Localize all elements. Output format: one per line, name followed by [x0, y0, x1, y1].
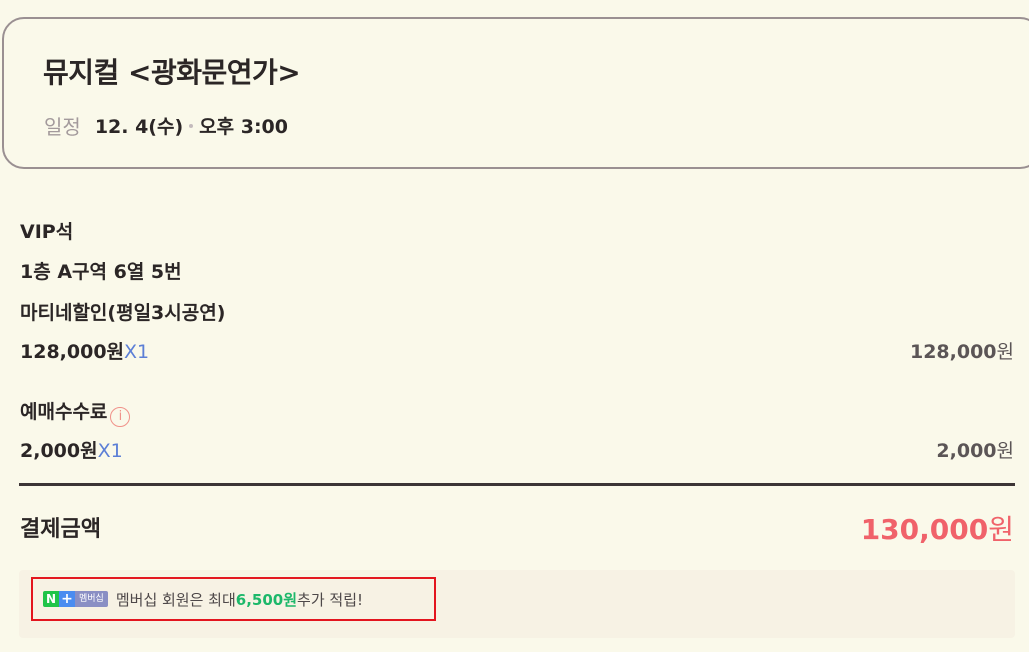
- total-amount: 130,000원: [861, 508, 1014, 548]
- seat-grade: VIP석: [20, 221, 74, 243]
- fee-subtotal: 2,000원: [936, 436, 1014, 463]
- schedule-row: 일정 12. 4(수) 오후 3:00: [44, 111, 288, 140]
- membership-text-after: 추가 적립!: [297, 590, 364, 609]
- membership-tag: 멤버십: [75, 591, 108, 607]
- fee-price-line: 2,000원X1: [20, 436, 123, 463]
- membership-banner[interactable]: N + 멤버십 멤버십 회원은 최대 6,500원 추가 적립!: [31, 577, 436, 621]
- total-amount-currency: 원: [988, 513, 1014, 546]
- fee-quantity: X1: [97, 440, 123, 462]
- membership-points: 6,500원: [235, 590, 298, 609]
- fee-unit-price: 2,000원: [20, 440, 98, 462]
- total-amount-number: 130,000: [860, 513, 989, 546]
- separator-dot: [189, 123, 194, 128]
- show-info-card: 뮤지컬 <광화문연가> 일정 12. 4(수) 오후 3:00: [2, 17, 1029, 169]
- ticket-subtotal-currency: 원: [996, 341, 1014, 363]
- schedule-date: 12. 4(수): [94, 116, 184, 138]
- discount-type: 마티네할인(평일3시공연): [20, 302, 226, 324]
- schedule-time: 오후 3:00: [199, 116, 288, 138]
- fee-label-row: 예매수수료 i: [20, 397, 131, 427]
- ticket-quantity: X1: [124, 341, 150, 363]
- ticket-subtotal: 128,000원: [910, 337, 1014, 364]
- info-circle-icon[interactable]: i: [110, 407, 131, 427]
- fee-label: 예매수수료: [20, 401, 108, 423]
- show-title: 뮤지컬 <광화문연가>: [43, 56, 301, 89]
- plus-icon: +: [59, 591, 75, 607]
- membership-text-before: 멤버십 회원은 최대: [115, 590, 236, 609]
- naver-n-icon: N: [43, 591, 59, 607]
- total-divider: [19, 483, 1015, 486]
- booking-summary-page: 뮤지컬 <광화문연가> 일정 12. 4(수) 오후 3:00 VIP석 1층 …: [0, 0, 1029, 652]
- fee-subtotal-number: 2,000: [936, 440, 997, 462]
- ticket-subtotal-number: 128,000: [909, 341, 997, 363]
- total-label: 결제금액: [20, 517, 101, 542]
- naver-plus-membership-badge: N + 멤버십: [43, 591, 108, 607]
- schedule-label: 일정: [44, 115, 81, 139]
- ticket-unit-price: 128,000원: [20, 341, 125, 363]
- seat-location: 1층 A구역 6열 5번: [20, 261, 182, 283]
- ticket-price-line: 128,000원X1: [20, 337, 149, 364]
- fee-subtotal-currency: 원: [996, 440, 1014, 462]
